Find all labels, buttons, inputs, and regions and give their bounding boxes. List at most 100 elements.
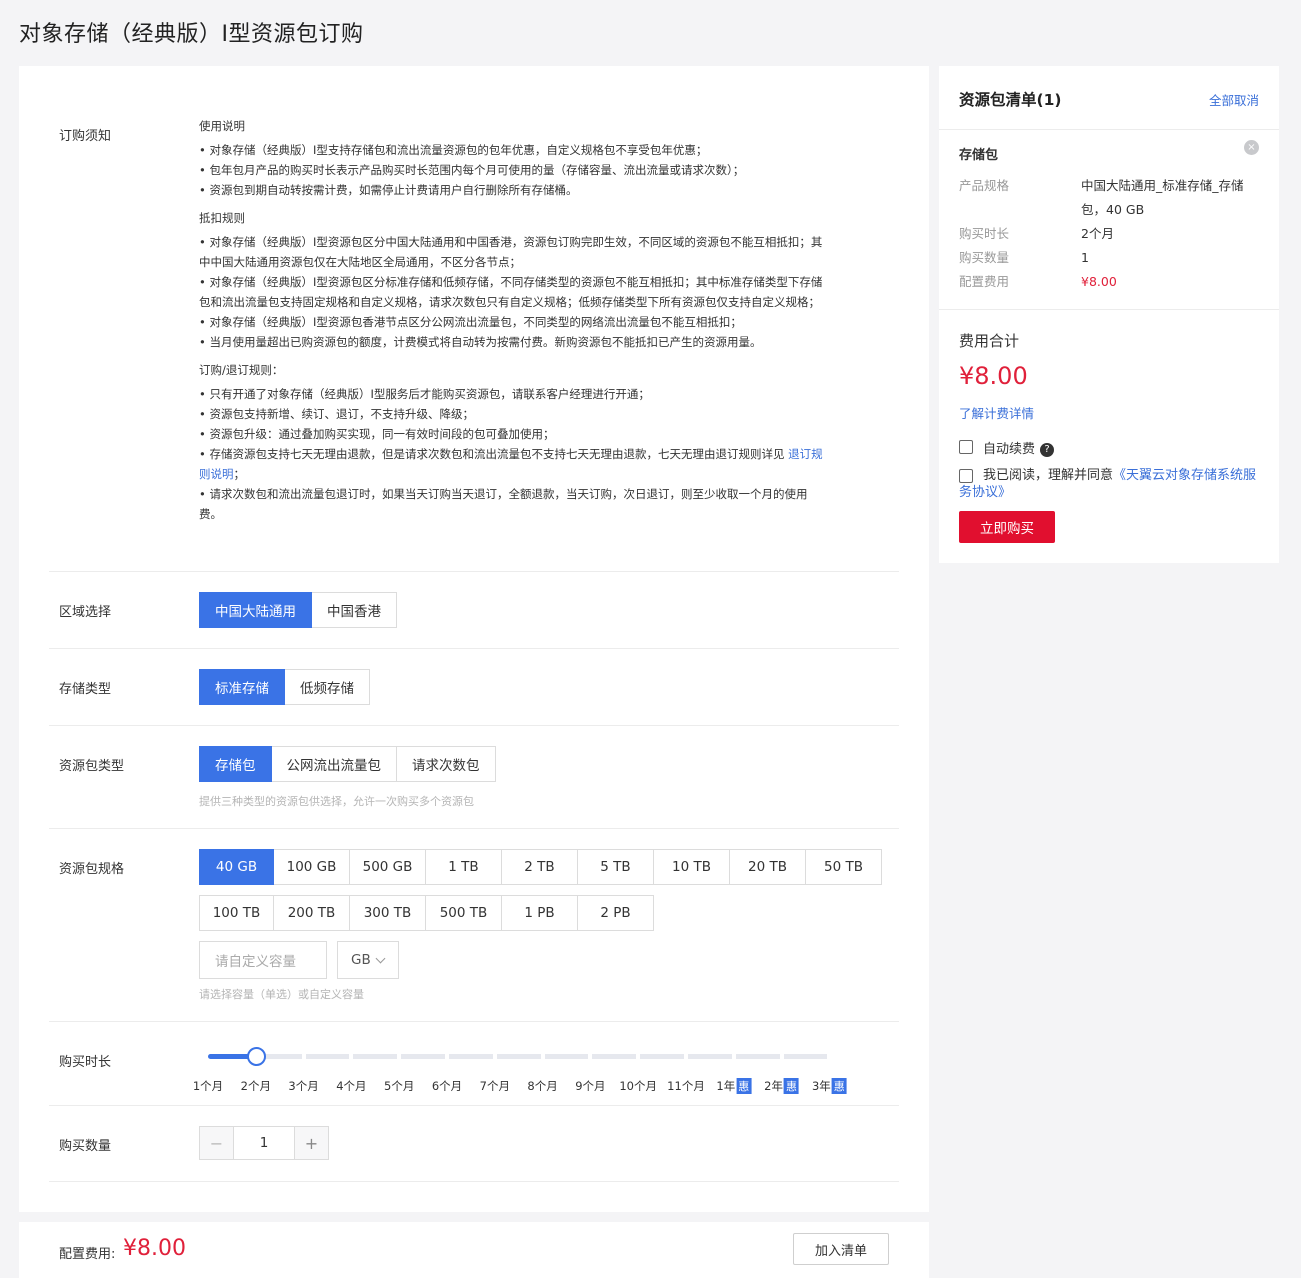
duration-tick-label[interactable]: 5个月 <box>384 1078 414 1094</box>
duration-tick-label[interactable]: 4个月 <box>336 1078 366 1094</box>
size-option[interactable]: 500 TB <box>425 895 502 931</box>
custom-capacity-input[interactable]: 请自定义容量 <box>199 941 327 979</box>
total-value: ¥8.00 <box>959 362 1028 390</box>
fee-detail-link[interactable]: 了解计费详情 <box>959 403 1034 422</box>
total-label: 费用合计 <box>959 332 1020 350</box>
order-notice: 使用说明 对象存储（经典版）I型支持存储包和流出流量资源包的包年优惠，自定义规格… <box>199 116 829 532</box>
auto-renew-checkbox[interactable] <box>959 440 973 454</box>
slider-track-segment[interactable] <box>544 1054 589 1059</box>
storage-type-label: 存储类型 <box>59 682 112 697</box>
duration-tick-label[interactable]: 11个月 <box>667 1078 705 1094</box>
package-size-label: 资源包规格 <box>59 862 125 877</box>
divider <box>49 648 899 649</box>
region-option-hongkong[interactable]: 中国香港 <box>311 592 397 628</box>
region-option-mainland[interactable]: 中国大陆通用 <box>199 592 312 628</box>
duration-tick-label[interactable]: 7个月 <box>480 1078 510 1094</box>
duration-tick-label[interactable]: 3个月 <box>288 1078 318 1094</box>
size-option[interactable]: 500 GB <box>349 849 426 885</box>
deduct-title: 抵扣规则 <box>199 211 245 225</box>
notice-item: 只有开通了对象存储（经典版）I型服务后才能购买资源包，请联系客户经理进行开通； <box>199 384 829 404</box>
duration-label: 购买时长 <box>59 1055 112 1070</box>
size-option[interactable]: 20 TB <box>729 849 806 885</box>
slider-track-segment[interactable] <box>688 1054 732 1059</box>
footer-bar: 配置费用: ¥8.00 加入清单 <box>19 1222 929 1278</box>
storage-type-infrequent[interactable]: 低频存储 <box>284 669 370 705</box>
auto-renew-text: 自动续费 <box>983 442 1036 457</box>
size-option[interactable]: 100 GB <box>273 849 350 885</box>
discount-badge: 惠 <box>784 1078 800 1094</box>
divider <box>49 1021 899 1022</box>
duration-tick-label[interactable]: 2年惠 <box>764 1078 800 1094</box>
package-type-outbound-traffic[interactable]: 公网流出流量包 <box>270 746 397 782</box>
region-label: 区域选择 <box>59 605 112 620</box>
storage-type-selector: 标准存储 低频存储 <box>199 669 370 705</box>
cart-title: 资源包清单(1) <box>959 91 1062 109</box>
discount-badge: 惠 <box>736 1078 752 1094</box>
slider-track-segment[interactable] <box>353 1054 398 1059</box>
notice-item: 对象存储（经典版）I型支持存储包和流出流量资源包的包年优惠，自定义规格包不享受包… <box>199 140 829 160</box>
slider-track-segment[interactable] <box>640 1054 684 1059</box>
cancel-all-link[interactable]: 全部取消 <box>1209 90 1259 109</box>
decrement-button[interactable]: − <box>200 1127 233 1159</box>
duration-tick-label[interactable]: 1个月 <box>193 1078 223 1094</box>
divider <box>939 129 1279 130</box>
agreement-text: 我已阅读，理解并同意《天翼云对象存储系统服务协议》 <box>959 467 1265 501</box>
order-form-card: 订购须知 使用说明 对象存储（经典版）I型支持存储包和流出流量资源包的包年优惠，… <box>19 66 929 1212</box>
package-type-requests[interactable]: 请求次数包 <box>396 746 496 782</box>
refund-text: 存储资源包支持七天无理由退款，但是请求次数包和流出流量包不支持七天无理由退款，七… <box>209 447 789 461</box>
package-type-storage[interactable]: 存储包 <box>199 746 272 782</box>
size-option[interactable]: 2 PB <box>577 895 654 931</box>
duration-slider[interactable]: 1个月 2个月 3个月 4个月 5个月 6个月 7个月 8个月 9个月 10个月 11个月 1年惠 2年… <box>193 1047 899 1094</box>
slider-track-segment[interactable] <box>449 1054 493 1059</box>
slider-track-segment[interactable] <box>592 1054 637 1059</box>
chevron-down-icon <box>375 953 386 963</box>
fee-value: ¥8.00 <box>1081 274 1117 289</box>
divider <box>49 571 899 572</box>
notice-item: 请求次数包和流出流量包退订时，如果当天订购当天退订，全额退款，当天订购，次日退订… <box>199 484 829 524</box>
divider <box>49 1105 899 1106</box>
size-option[interactable]: 40 GB <box>199 849 274 885</box>
quantity-label: 购买数量 <box>59 1139 112 1154</box>
size-option[interactable]: 100 TB <box>199 895 274 931</box>
fee-key: 配置费用 <box>959 274 1010 289</box>
size-option[interactable]: 300 TB <box>349 895 426 931</box>
divider <box>49 828 899 829</box>
divider <box>939 309 1279 310</box>
size-option[interactable]: 5 TB <box>577 849 654 885</box>
slider-thumb[interactable] <box>247 1047 266 1066</box>
slider-track-segment[interactable] <box>735 1054 780 1059</box>
size-option[interactable]: 2 TB <box>501 849 578 885</box>
auto-renew-label: 自动续费? <box>983 438 1055 457</box>
size-option[interactable]: 50 TB <box>805 849 882 885</box>
close-icon[interactable]: × <box>1244 140 1259 155</box>
notice-item: 资源包到期自动转按需计费，如需停止计费请用户自行删除所有存储桶。 <box>199 180 829 200</box>
help-icon[interactable]: ? <box>1040 442 1055 457</box>
slider-track-segment[interactable] <box>305 1054 350 1059</box>
slider-track-segment[interactable] <box>783 1054 828 1059</box>
size-option[interactable]: 1 PB <box>501 895 578 931</box>
slider-track-segment[interactable] <box>496 1054 541 1059</box>
add-to-list-button[interactable]: 加入清单 <box>793 1233 889 1265</box>
notice-item: 包年包月产品的购买时长表示产品购买时长范围内每个月可使用的量（存储容量、流出流量… <box>199 160 829 180</box>
slider-track-segment[interactable] <box>401 1054 445 1059</box>
buy-now-button[interactable]: 立即购买 <box>959 511 1055 543</box>
divider <box>49 1181 899 1182</box>
duration-tick-label[interactable]: 9个月 <box>575 1078 605 1094</box>
size-option[interactable]: 200 TB <box>273 895 350 931</box>
duration-tick-label[interactable]: 6个月 <box>432 1078 462 1094</box>
agree-text: 我已阅读，理解并同意 <box>983 468 1114 483</box>
duration-tick-label[interactable]: 2个月 <box>241 1078 271 1094</box>
duration-tick-label[interactable]: 8个月 <box>527 1078 557 1094</box>
increment-button[interactable]: + <box>295 1127 328 1159</box>
duration-tick-label[interactable]: 1年惠 <box>716 1078 752 1094</box>
notice-label: 订购须知 <box>59 129 112 144</box>
size-option[interactable]: 10 TB <box>653 849 730 885</box>
usage-title: 使用说明 <box>199 119 245 133</box>
storage-type-standard[interactable]: 标准存储 <box>199 669 285 705</box>
capacity-unit-select[interactable]: GB <box>337 941 399 979</box>
order-rules-title: 订购/退订规则： <box>199 363 284 377</box>
duration-tick-label[interactable]: 10个月 <box>619 1078 657 1094</box>
size-option[interactable]: 1 TB <box>425 849 502 885</box>
quantity-value[interactable]: 1 <box>233 1127 295 1159</box>
duration-tick-label[interactable]: 3年惠 <box>812 1078 847 1094</box>
